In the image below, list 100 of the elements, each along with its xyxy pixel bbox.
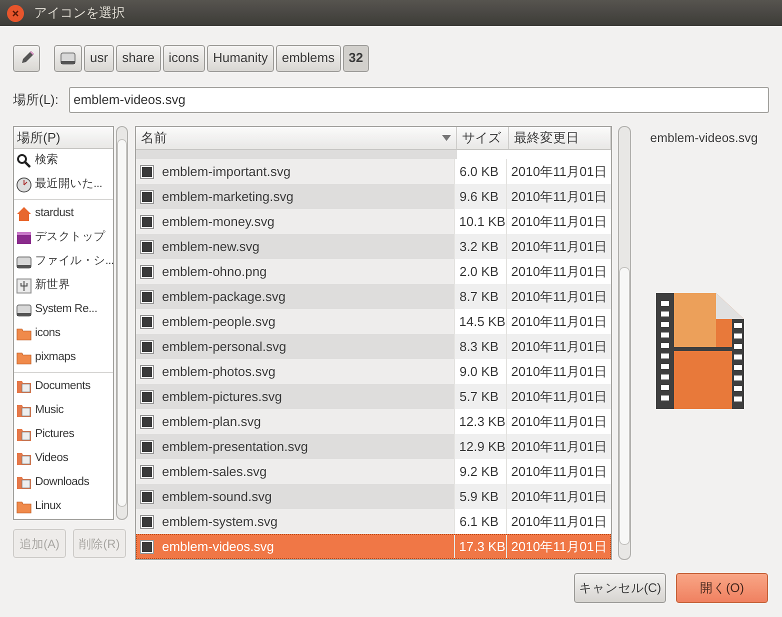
desktop-icon (16, 230, 32, 246)
cancel-button[interactable]: キャンセル(C) (574, 573, 666, 603)
scrollbar[interactable] (618, 126, 631, 560)
table-cell: emblem-important.svg (136, 159, 454, 184)
table-cell: emblem-sound.svg (136, 484, 454, 509)
table-cell: emblem-ohno.png (136, 259, 454, 284)
image-file-icon (140, 340, 154, 354)
table-cell: 2010年11月01日 (506, 534, 611, 559)
folder-icon (16, 350, 32, 366)
path-button[interactable]: 32 (342, 44, 370, 72)
place-item[interactable]: pixmaps (14, 346, 113, 370)
videos-folder-icon (16, 451, 32, 467)
file-row[interactable]: emblem-new.svg 3.2 KB 2010年11月01日 (136, 234, 611, 259)
place-item[interactable]: icons (14, 322, 113, 346)
table-cell: 2010年11月01日 (506, 184, 611, 209)
place-item[interactable]: Documents (14, 375, 113, 399)
place-item[interactable]: stardust (14, 202, 113, 226)
downloads-folder-icon (16, 475, 32, 491)
file-row[interactable]: emblem-marketing.svg 9.6 KB 2010年11月01日 (136, 184, 611, 209)
drive-icon (16, 302, 32, 318)
scrollbar[interactable] (116, 126, 128, 520)
clock-icon (16, 177, 32, 193)
image-file-icon (140, 464, 154, 478)
table-cell: emblem-package.svg (136, 284, 454, 309)
edit-location-button[interactable] (13, 44, 40, 72)
image-file-icon (140, 314, 154, 328)
file-row[interactable]: emblem-photos.svg 9.0 KB 2010年11月01日 (136, 359, 611, 384)
close-icon (12, 10, 19, 16)
place-item[interactable]: System Re... (14, 298, 113, 322)
table-cell: emblem-videos.svg (136, 534, 454, 559)
window-title: アイコンを選択 (34, 4, 125, 22)
place-item[interactable]: 最近開いた... (14, 173, 113, 197)
table-cell: emblem-system.svg (136, 509, 454, 534)
image-file-icon (140, 514, 154, 528)
path-button[interactable]: Humanity (206, 44, 274, 72)
table-cell: 8.3 KB (454, 334, 506, 359)
column-header[interactable]: 最終変更日 (509, 127, 611, 149)
table-cell: 2010年11月01日 (506, 334, 611, 359)
drive-icon (16, 254, 32, 270)
file-row[interactable]: emblem-personal.svg 8.3 KB 2010年11月01日 (136, 334, 611, 359)
close-button[interactable] (7, 4, 24, 22)
place-item[interactable]: デスクトップ (14, 226, 113, 250)
place-item[interactable]: Music (14, 399, 113, 423)
table-cell: emblem-marketing.svg (136, 184, 454, 209)
folder-icon (16, 326, 32, 342)
image-file-icon (140, 540, 154, 554)
table-cell: 5.7 KB (454, 384, 506, 409)
file-row[interactable]: emblem-ohno.png 2.0 KB 2010年11月01日 (136, 259, 611, 284)
table-cell: emblem-people.svg (136, 309, 454, 334)
documents-folder-icon (16, 379, 32, 395)
location-field[interactable]: emblem-videos.svg (68, 86, 769, 112)
image-file-icon (140, 390, 154, 404)
music-folder-icon (16, 403, 32, 419)
image-file-icon (140, 164, 154, 178)
table-cell: 12.9 KB (454, 434, 506, 459)
place-item[interactable]: Downloads (14, 471, 113, 495)
table-cell: 8.7 KB (454, 284, 506, 309)
file-row[interactable]: emblem-sound.svg 5.9 KB 2010年11月01日 (136, 484, 611, 509)
table-cell: 10.1 KB (454, 209, 506, 234)
table-cell: 2010年11月01日 (506, 234, 611, 259)
file-row[interactable]: emblem-system.svg 6.1 KB 2010年11月01日 (136, 509, 611, 534)
folder-icon (16, 499, 32, 515)
place-item[interactable]: Pictures (14, 423, 113, 447)
table-cell: 5.9 KB (454, 484, 506, 509)
path-button[interactable]: usr (84, 44, 114, 72)
place-item[interactable]: Linux (14, 495, 113, 519)
place-item[interactable]: 新世界 (14, 274, 113, 298)
drive-path-button[interactable] (54, 44, 82, 72)
usb-drive-icon (16, 278, 32, 294)
image-file-icon (140, 214, 154, 228)
preview-filename: emblem-videos.svg (650, 130, 758, 147)
file-row[interactable]: emblem-pictures.svg 5.7 KB 2010年11月01日 (136, 384, 611, 409)
path-button[interactable]: share (116, 44, 161, 72)
file-row[interactable]: emblem-package.svg 8.7 KB 2010年11月01日 (136, 284, 611, 309)
path-button[interactable]: icons (162, 44, 205, 72)
image-file-icon (140, 364, 154, 378)
table-cell: emblem-presentation.svg (136, 434, 454, 459)
path-button[interactable]: emblems (276, 44, 341, 72)
place-item[interactable]: ファイル・シ... (14, 250, 113, 274)
place-item[interactable]: 検索 (14, 149, 113, 173)
table-cell: 12.3 KB (454, 409, 506, 434)
file-row[interactable]: emblem-presentation.svg 12.9 KB 2010年11月01日 (136, 434, 611, 459)
location-label: 場所(L): (13, 90, 58, 109)
table-cell: emblem-sales.svg (136, 459, 454, 484)
column-header[interactable]: サイズ (457, 127, 509, 149)
file-row[interactable]: emblem-sales.svg 9.2 KB 2010年11月01日 (136, 459, 611, 484)
image-file-icon (140, 290, 154, 304)
table-cell: emblem-new.svg (136, 234, 454, 259)
column-header[interactable]: 名前 (136, 127, 457, 149)
file-row[interactable]: emblem-important.svg 6.0 KB 2010年11月01日 (136, 159, 611, 184)
file-row[interactable]: emblem-money.svg 10.1 KB 2010年11月01日 (136, 209, 611, 234)
open-button[interactable]: 開く(O) (676, 573, 768, 603)
file-row[interactable]: emblem-people.svg 14.5 KB 2010年11月01日 (136, 309, 611, 334)
table-cell: 9.6 KB (454, 184, 506, 209)
image-file-icon (140, 190, 154, 204)
file-row[interactable]: emblem-plan.svg 12.3 KB 2010年11月01日 (136, 409, 611, 434)
image-file-icon (140, 490, 154, 504)
table-cell: 2010年11月01日 (506, 434, 611, 459)
place-item[interactable]: Videos (14, 447, 113, 471)
search-icon (16, 153, 32, 169)
